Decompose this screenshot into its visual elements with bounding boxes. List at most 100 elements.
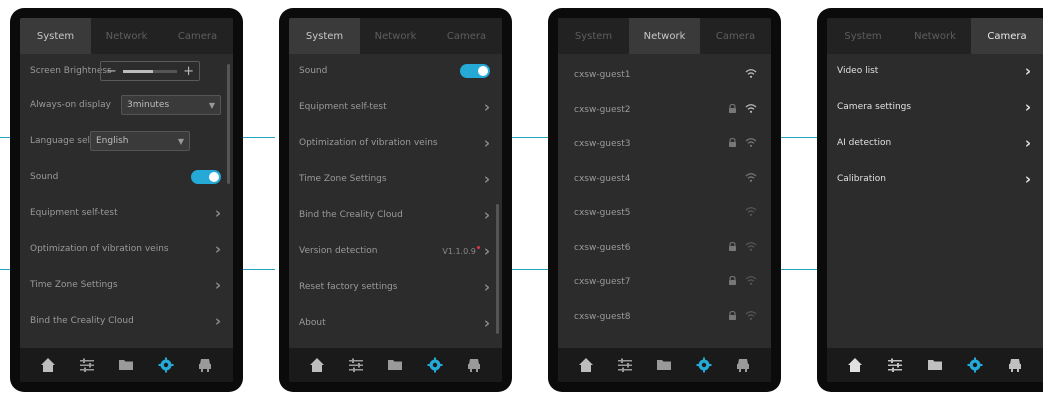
network-ssid: cxsw-guest7: [574, 277, 631, 287]
lock-icon: [728, 137, 737, 151]
brightness-row: Screen Brightness − +: [20, 54, 233, 88]
vibration-row[interactable]: Optimization of vibration veins ›: [289, 126, 502, 160]
chevron-right-icon: ›: [214, 203, 221, 222]
network-row[interactable]: cxsw-guest2: [558, 93, 771, 127]
network-row[interactable]: cxsw-guest6: [558, 231, 771, 265]
self-test-row[interactable]: Equipment self-test ›: [20, 196, 233, 230]
tab-system[interactable]: System: [558, 18, 629, 54]
sliders-icon[interactable]: [616, 356, 634, 374]
vibration-row[interactable]: Optimization of vibration veins ›: [20, 232, 233, 266]
printer-icon[interactable]: [465, 356, 483, 374]
network-row[interactable]: cxsw-guest7: [558, 265, 771, 299]
vibration-label: Optimization of vibration veins: [299, 138, 438, 148]
home-icon[interactable]: [577, 356, 595, 374]
printer-icon[interactable]: [196, 356, 214, 374]
plus-icon[interactable]: +: [183, 64, 194, 79]
camera-settings-row[interactable]: Camera settings ›: [827, 90, 1043, 124]
brightness-fill: [122, 69, 153, 73]
reset-row[interactable]: Reset factory settings ›: [289, 270, 502, 304]
tab-camera[interactable]: Camera: [971, 18, 1043, 54]
self-test-row[interactable]: Equipment self-test ›: [289, 90, 502, 124]
folder-icon[interactable]: [117, 356, 135, 374]
minus-icon[interactable]: −: [106, 64, 117, 79]
about-row[interactable]: About ›: [289, 306, 502, 340]
folder-icon[interactable]: [386, 356, 404, 374]
chevron-right-icon: ›: [1024, 61, 1031, 80]
network-row[interactable]: cxsw-guest1: [558, 58, 771, 92]
wifi-signal-icon: [745, 276, 757, 289]
network-row[interactable]: cxsw-guest4: [558, 162, 771, 196]
device-screen-system-1: System Network Camera Screen Brightness …: [10, 8, 243, 392]
tab-camera[interactable]: Camera: [162, 18, 233, 54]
chevron-right-icon: ›: [483, 97, 490, 116]
vibration-label: Optimization of vibration veins: [30, 244, 169, 254]
sound-label: Sound: [30, 172, 59, 182]
tab-system[interactable]: System: [827, 18, 899, 54]
network-ssid: cxsw-guest2: [574, 104, 631, 115]
wifi-signal-icon: [745, 207, 757, 220]
language-select[interactable]: English ▼: [90, 131, 190, 151]
brightness-slider[interactable]: − +: [100, 61, 200, 81]
home-icon[interactable]: [308, 356, 326, 374]
language-label: Language selection: [30, 135, 118, 146]
tab-bar: System Network Camera: [289, 18, 502, 54]
sliders-icon[interactable]: [886, 356, 904, 374]
brightness-track[interactable]: [122, 69, 178, 73]
gear-icon[interactable]: [966, 356, 984, 374]
settings-list: Screen Brightness − + Always-on display …: [20, 54, 233, 348]
device-screen-network: System Network Camera cxsw-guest1 cxsw-gu…: [548, 8, 781, 392]
tab-camera[interactable]: Camera: [431, 18, 502, 54]
screen: System Network Camera cxsw-guest1 cxsw-gu…: [558, 18, 771, 382]
network-row[interactable]: cxsw-guest8: [558, 300, 771, 334]
always-on-select[interactable]: 3minutes ▼: [121, 95, 221, 115]
printer-icon[interactable]: [734, 356, 752, 374]
timezone-row[interactable]: Time Zone Settings ›: [20, 268, 233, 302]
cloud-row[interactable]: Bind the Creality Cloud ›: [289, 198, 502, 232]
network-list: cxsw-guest1 cxsw-guest2 cxsw-guest3 cxsw-gu…: [558, 54, 771, 348]
device-screen-system-2: System Network Camera Sound Equipment se…: [279, 8, 512, 392]
tab-system[interactable]: System: [20, 18, 91, 54]
home-icon[interactable]: [846, 356, 864, 374]
folder-icon[interactable]: [926, 356, 944, 374]
sliders-icon[interactable]: [78, 356, 96, 374]
sound-row: Sound: [20, 160, 233, 194]
tab-camera[interactable]: Camera: [700, 18, 771, 54]
chevron-right-icon: ›: [1024, 169, 1031, 188]
chevron-right-icon: ›: [214, 239, 221, 258]
version-value: V1.1.0.9: [442, 245, 480, 256]
sound-toggle[interactable]: [191, 170, 221, 184]
tab-network[interactable]: Network: [91, 18, 162, 54]
stage: System Network Camera Screen Brightness …: [0, 0, 1043, 397]
folder-icon[interactable]: [655, 356, 673, 374]
sound-toggle[interactable]: [460, 64, 490, 78]
lock-icon: [728, 103, 737, 116]
gear-icon[interactable]: [426, 356, 444, 374]
network-row[interactable]: cxsw-guest5: [558, 196, 771, 230]
version-row[interactable]: Version detection V1.1.0.9 ›: [289, 234, 502, 268]
home-icon[interactable]: [39, 356, 57, 374]
timezone-row[interactable]: Time Zone Settings ›: [289, 162, 502, 196]
calibration-label: Calibration: [837, 174, 886, 184]
video-list-row[interactable]: Video list ›: [827, 54, 1043, 88]
tab-network[interactable]: Network: [629, 18, 700, 54]
chevron-right-icon: ›: [483, 205, 490, 224]
scrollbar[interactable]: [496, 204, 499, 334]
printer-icon[interactable]: [1006, 356, 1024, 374]
gear-icon[interactable]: [157, 356, 175, 374]
tab-network[interactable]: Network: [360, 18, 431, 54]
cloud-row[interactable]: Bind the Creality Cloud ›: [20, 304, 233, 338]
reset-label: Reset factory settings: [299, 282, 398, 292]
network-row[interactable]: cxsw-guest3: [558, 127, 771, 161]
ai-detection-row[interactable]: AI detection ›: [827, 126, 1043, 160]
scrollbar[interactable]: [227, 64, 230, 184]
tab-system[interactable]: System: [289, 18, 360, 54]
sliders-icon[interactable]: [347, 356, 365, 374]
tab-network[interactable]: Network: [899, 18, 971, 54]
tab-bar: System Network Camera: [558, 18, 771, 54]
wifi-signal-icon: [745, 138, 757, 151]
calibration-row[interactable]: Calibration ›: [827, 162, 1043, 196]
bottom-nav: [558, 348, 771, 382]
tab-bar: System Network Camera: [20, 18, 233, 54]
settings-list: Sound Equipment self-test › Optimization…: [289, 54, 502, 348]
gear-icon[interactable]: [695, 356, 713, 374]
